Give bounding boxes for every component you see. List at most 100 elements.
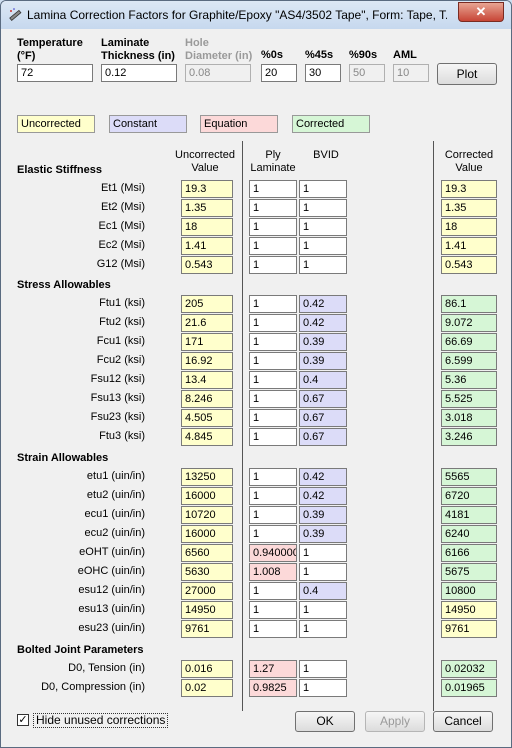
ply-laminate-field[interactable]: 1	[249, 256, 297, 274]
bvid-field[interactable]: 0.39	[299, 352, 347, 370]
bvid-field[interactable]: 1	[299, 660, 347, 678]
uncorrected-value-field[interactable]: 0.543	[181, 256, 233, 274]
p0-input[interactable]: 20	[261, 64, 297, 82]
corrected-value-field[interactable]: 3.018	[441, 409, 497, 427]
corrected-value-field[interactable]: 9761	[441, 620, 497, 638]
bvid-field[interactable]: 0.67	[299, 428, 347, 446]
bvid-field[interactable]: 0.67	[299, 409, 347, 427]
corrected-value-field[interactable]: 86.1	[441, 295, 497, 313]
corrected-value-field[interactable]: 19.3	[441, 180, 497, 198]
ply-laminate-field[interactable]: 1	[249, 582, 297, 600]
bvid-field[interactable]: 0.42	[299, 314, 347, 332]
uncorrected-value-field[interactable]: 16.92	[181, 352, 233, 370]
corrected-value-field[interactable]: 0.543	[441, 256, 497, 274]
uncorrected-value-field[interactable]: 5630	[181, 563, 233, 581]
close-button[interactable]: ✕	[458, 2, 504, 22]
bvid-field[interactable]: 1	[299, 620, 347, 638]
corrected-value-field[interactable]: 1.35	[441, 199, 497, 217]
temperature-input[interactable]: 72	[17, 64, 93, 82]
p45-input[interactable]: 30	[305, 64, 341, 82]
uncorrected-value-field[interactable]: 19.3	[181, 180, 233, 198]
corrected-value-field[interactable]: 10800	[441, 582, 497, 600]
corrected-value-field[interactable]: 6240	[441, 525, 497, 543]
uncorrected-value-field[interactable]: 18	[181, 218, 233, 236]
cancel-button[interactable]: Cancel	[433, 711, 493, 732]
uncorrected-value-field[interactable]: 27000	[181, 582, 233, 600]
ply-laminate-field[interactable]: 1	[249, 506, 297, 524]
thickness-input[interactable]: 0.12	[101, 64, 177, 82]
uncorrected-value-field[interactable]: 0.02	[181, 679, 233, 697]
ply-laminate-field[interactable]: 1	[249, 525, 297, 543]
bvid-field[interactable]: 0.42	[299, 468, 347, 486]
corrected-value-field[interactable]: 6.599	[441, 352, 497, 370]
ply-laminate-field[interactable]: 1	[249, 314, 297, 332]
ply-laminate-field[interactable]: 1.27	[249, 660, 297, 678]
corrected-value-field[interactable]: 5675	[441, 563, 497, 581]
ply-laminate-field[interactable]: 1	[249, 487, 297, 505]
bvid-field[interactable]: 1	[299, 180, 347, 198]
title-bar[interactable]: Lamina Correction Factors for Graphite/E…	[1, 1, 511, 29]
uncorrected-value-field[interactable]: 0.016	[181, 660, 233, 678]
uncorrected-value-field[interactable]: 21.6	[181, 314, 233, 332]
corrected-value-field[interactable]: 6720	[441, 487, 497, 505]
bvid-field[interactable]: 0.42	[299, 295, 347, 313]
ply-laminate-field[interactable]: 1	[249, 218, 297, 236]
uncorrected-value-field[interactable]: 4.845	[181, 428, 233, 446]
uncorrected-value-field[interactable]: 8.246	[181, 390, 233, 408]
ply-laminate-field[interactable]: 1	[249, 601, 297, 619]
bvid-field[interactable]: 1	[299, 601, 347, 619]
corrected-value-field[interactable]: 3.246	[441, 428, 497, 446]
bvid-field[interactable]: 1	[299, 563, 347, 581]
uncorrected-value-field[interactable]: 13250	[181, 468, 233, 486]
uncorrected-value-field[interactable]: 171	[181, 333, 233, 351]
corrected-value-field[interactable]: 5.36	[441, 371, 497, 389]
ply-laminate-field[interactable]: 1	[249, 180, 297, 198]
ply-laminate-field[interactable]: 1	[249, 352, 297, 370]
ply-laminate-field[interactable]: 0.9825	[249, 679, 297, 697]
ply-laminate-field[interactable]: 1	[249, 333, 297, 351]
ply-laminate-field[interactable]: 1	[249, 199, 297, 217]
ply-laminate-field[interactable]: 1	[249, 620, 297, 638]
bvid-field[interactable]: 1	[299, 237, 347, 255]
uncorrected-value-field[interactable]: 13.4	[181, 371, 233, 389]
ply-laminate-field[interactable]: 1	[249, 409, 297, 427]
corrected-value-field[interactable]: 0.01965	[441, 679, 497, 697]
corrected-value-field[interactable]: 1.41	[441, 237, 497, 255]
uncorrected-value-field[interactable]: 6560	[181, 544, 233, 562]
ply-laminate-field[interactable]: 1.008	[249, 563, 297, 581]
uncorrected-value-field[interactable]: 16000	[181, 525, 233, 543]
uncorrected-value-field[interactable]: 1.35	[181, 199, 233, 217]
corrected-value-field[interactable]: 66.69	[441, 333, 497, 351]
plot-button[interactable]: Plot	[437, 63, 497, 85]
hide-unused-label[interactable]: Hide unused corrections	[33, 713, 169, 728]
bvid-field[interactable]: 0.4	[299, 371, 347, 389]
bvid-field[interactable]: 1	[299, 544, 347, 562]
ply-laminate-field[interactable]: 1	[249, 428, 297, 446]
ply-laminate-field[interactable]: 1	[249, 237, 297, 255]
uncorrected-value-field[interactable]: 10720	[181, 506, 233, 524]
ply-laminate-field[interactable]: 1	[249, 295, 297, 313]
bvid-field[interactable]: 0.39	[299, 525, 347, 543]
corrected-value-field[interactable]: 4181	[441, 506, 497, 524]
uncorrected-value-field[interactable]: 205	[181, 295, 233, 313]
ok-button[interactable]: OK	[295, 711, 355, 732]
bvid-field[interactable]: 0.67	[299, 390, 347, 408]
bvid-field[interactable]: 0.4	[299, 582, 347, 600]
corrected-value-field[interactable]: 5565	[441, 468, 497, 486]
bvid-field[interactable]: 1	[299, 256, 347, 274]
bvid-field[interactable]: 1	[299, 218, 347, 236]
bvid-field[interactable]: 0.42	[299, 487, 347, 505]
corrected-value-field[interactable]: 14950	[441, 601, 497, 619]
uncorrected-value-field[interactable]: 14950	[181, 601, 233, 619]
corrected-value-field[interactable]: 0.02032	[441, 660, 497, 678]
uncorrected-value-field[interactable]: 4.505	[181, 409, 233, 427]
uncorrected-value-field[interactable]: 16000	[181, 487, 233, 505]
ply-laminate-field[interactable]: 1	[249, 371, 297, 389]
bvid-field[interactable]: 1	[299, 199, 347, 217]
corrected-value-field[interactable]: 9.072	[441, 314, 497, 332]
hide-unused-checkbox[interactable]: ✓	[17, 714, 29, 726]
bvid-field[interactable]: 1	[299, 679, 347, 697]
bvid-field[interactable]: 0.39	[299, 506, 347, 524]
ply-laminate-field[interactable]: 1	[249, 390, 297, 408]
uncorrected-value-field[interactable]: 9761	[181, 620, 233, 638]
